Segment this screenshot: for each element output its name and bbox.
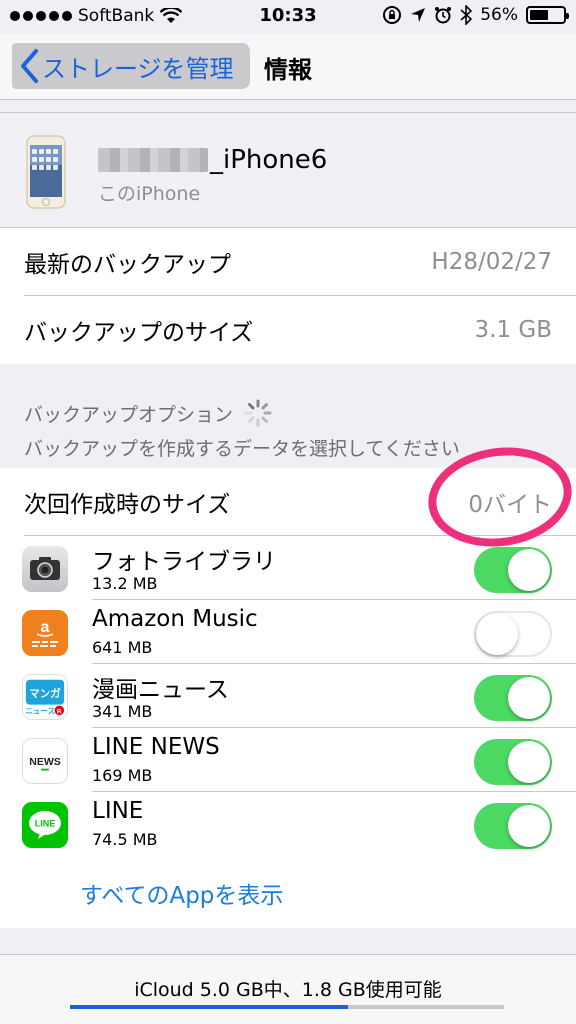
backup-options-subheader: バックアップを作成するデータを選択してください — [24, 438, 460, 460]
app-name: フォトライブラリ — [92, 549, 276, 575]
app-name: LINE — [92, 798, 144, 824]
line-icon-text: LINE — [35, 819, 56, 829]
status-bar: SoftBank 10:33 56% — [0, 0, 576, 34]
svg-text:a: a — [41, 619, 50, 636]
app-row-photo-library: フォトライブラリ 13.2 MB — [0, 536, 576, 600]
app-row-line-news: NEWS LINE NEWS 169 MB — [0, 728, 576, 792]
line-news-icon: NEWS — [22, 738, 68, 784]
redacted-name — [98, 148, 208, 172]
manga-news-icon: マンガ ニュース R — [22, 674, 68, 720]
line-news-icon-text: NEWS — [29, 756, 61, 768]
latest-backup-row: 最新のバックアップ H28/02/27 — [0, 228, 576, 296]
navigation-bar: ストレージを管理 情報 — [0, 34, 576, 100]
manga-icon-text: マンガ — [29, 687, 61, 700]
backup-info-group: 最新のバックアップ H28/02/27 バックアップのサイズ 3.1 GB — [0, 228, 576, 364]
app-size: 13.2 MB — [92, 574, 158, 593]
app-row-line: LINE LINE 74.5 MB — [0, 792, 576, 856]
backup-options-header: バックアップオプション — [24, 398, 273, 428]
app-size: 341 MB — [92, 702, 153, 721]
backup-size-label: バックアップのサイズ — [24, 320, 254, 346]
manga-icon-subtext: ニュース — [25, 706, 56, 715]
device-subtitle: このiPhone — [98, 183, 201, 205]
app-size: 641 MB — [92, 638, 153, 657]
app-size: 169 MB — [92, 766, 153, 785]
backup-options-title: バックアップオプション — [24, 403, 234, 426]
device-name: _iPhone6 — [98, 145, 327, 175]
app-row-amazon-music: a Amazon Music 641 MB — [0, 600, 576, 664]
location-arrow-icon — [411, 8, 426, 22]
battery-percent: 56% — [480, 5, 518, 25]
svg-text:R: R — [57, 708, 62, 715]
latest-backup-label: 最新のバックアップ — [24, 252, 231, 278]
next-size-label: 次回作成時のサイズ — [24, 492, 231, 518]
battery-icon — [526, 6, 569, 24]
app-row-manga-news: マンガ ニュース R 漫画ニュース 341 MB — [0, 664, 576, 728]
line-icon: LINE — [22, 802, 68, 848]
back-button-label: ストレージを管理 — [42, 54, 234, 83]
backup-options-group: 次回作成時のサイズ 0バイト フォトライブラリ 13.2 MB a Amazon… — [0, 468, 576, 928]
backup-size-value: 3.1 GB — [474, 317, 553, 343]
rotation-lock-icon — [383, 6, 402, 24]
iphone-icon — [26, 135, 66, 209]
camera-icon — [22, 546, 68, 592]
latest-backup-value: H28/02/27 — [431, 249, 552, 275]
backup-toggle-line[interactable] — [474, 803, 552, 849]
app-name: 漫画ニュース — [92, 677, 229, 703]
backup-toggle-line-news[interactable] — [474, 739, 552, 785]
battery-fill — [530, 10, 548, 20]
chevron-left-icon — [21, 49, 38, 83]
backup-toggle-photo-library[interactable] — [474, 547, 552, 593]
device-section: _iPhone6 このiPhone — [0, 112, 576, 228]
next-size-row: 次回作成時のサイズ 0バイト — [0, 468, 576, 536]
backup-toggle-manga-news[interactable] — [474, 675, 552, 721]
show-all-apps-link[interactable]: すべてのAppを表示 — [80, 876, 283, 910]
backup-toggle-amazon-music[interactable] — [474, 611, 552, 657]
alarm-icon — [435, 7, 452, 24]
app-name: Amazon Music — [92, 606, 258, 632]
back-button[interactable]: ストレージを管理 — [12, 43, 250, 89]
backup-size-row: バックアップのサイズ 3.1 GB — [0, 296, 576, 364]
storage-footer: iCloud 5.0 GB中、1.8 GB使用可能 — [0, 954, 576, 1024]
bluetooth-icon — [460, 5, 473, 25]
app-name: LINE NEWS — [92, 734, 220, 760]
device-name-suffix: _iPhone6 — [210, 145, 328, 175]
next-size-value: 0バイト — [468, 492, 552, 518]
amazon-music-icon: a — [22, 610, 68, 656]
status-right: 56% — [382, 5, 569, 25]
icloud-storage-text: iCloud 5.0 GB中、1.8 GB使用可能 — [134, 979, 442, 1001]
storage-progress-bar — [70, 1005, 504, 1009]
app-size: 74.5 MB — [92, 830, 158, 849]
storage-progress-fill — [70, 1005, 348, 1009]
loading-spinner-icon — [244, 399, 272, 427]
page-title: 情報 — [264, 56, 312, 84]
